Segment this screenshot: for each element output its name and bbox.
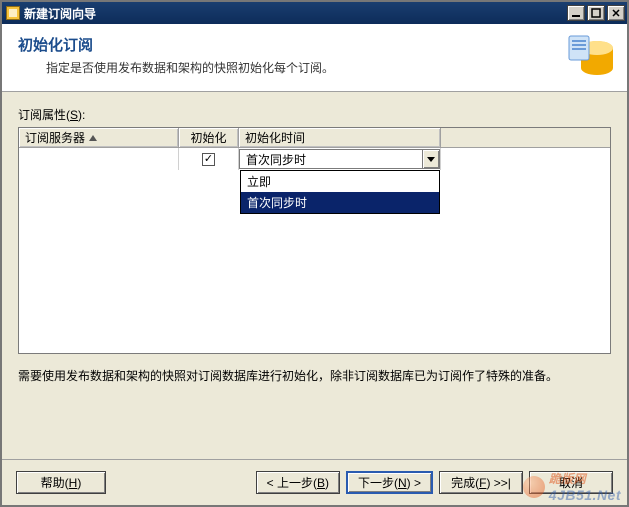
titlebar: 新建订阅向导: [2, 2, 627, 24]
col-initialize[interactable]: 初始化: [179, 128, 239, 147]
database-icon: [563, 30, 617, 84]
wizard-body: 订阅属性(S): 订阅服务器 初始化 初始化时间 ✓ 首次同步时: [2, 92, 627, 459]
cell-server: [19, 148, 179, 170]
minimize-button[interactable]: [567, 5, 585, 21]
subscription-properties-label: 订阅属性(S):: [18, 106, 611, 123]
initialize-time-dropdown: 立即 首次同步时: [240, 170, 440, 214]
finish-button[interactable]: 完成(F) >>|: [439, 471, 523, 494]
page-title: 初始化订阅: [18, 34, 613, 55]
combo-dropdown-button[interactable]: [422, 150, 439, 168]
help-button[interactable]: 帮助(H): [16, 471, 106, 494]
subscription-grid: 订阅服务器 初始化 初始化时间 ✓ 首次同步时 立即 首次同步时: [18, 127, 611, 354]
chevron-down-icon: [427, 157, 435, 162]
col-subscription-server[interactable]: 订阅服务器: [19, 128, 179, 147]
maximize-button[interactable]: [587, 5, 605, 21]
wizard-header: 初始化订阅 指定是否使用发布数据和架构的快照初始化每个订阅。: [2, 24, 627, 92]
cancel-button[interactable]: 取消: [529, 471, 613, 494]
window-controls: [567, 5, 625, 21]
dropdown-option-immediate[interactable]: 立即: [241, 171, 439, 192]
close-button[interactable]: [607, 5, 625, 21]
sort-asc-icon: [89, 135, 97, 141]
next-button[interactable]: 下一步(N) >: [346, 471, 433, 494]
initialize-checkbox[interactable]: ✓: [202, 153, 215, 166]
wizard-footer: 帮助(H) < 上一步(B) 下一步(N) > 完成(F) >>| 取消: [2, 459, 627, 505]
initialize-time-combo[interactable]: 首次同步时 立即 首次同步时: [239, 149, 440, 169]
window-title: 新建订阅向导: [24, 5, 567, 22]
initialization-note: 需要使用发布数据和架构的快照对订阅数据库进行初始化，除非订阅数据库已为订阅作了特…: [18, 367, 611, 385]
table-row: ✓ 首次同步时 立即 首次同步时: [19, 148, 610, 170]
cell-initialize: ✓: [179, 148, 239, 170]
cell-initialize-time: 首次同步时 立即 首次同步时: [239, 148, 441, 170]
wizard-icon: [6, 6, 20, 20]
col-initialize-time[interactable]: 初始化时间: [239, 128, 441, 147]
grid-header: 订阅服务器 初始化 初始化时间: [19, 128, 610, 148]
back-button[interactable]: < 上一步(B): [256, 471, 340, 494]
combo-selected-text: 首次同步时: [240, 151, 422, 168]
dropdown-option-first-sync[interactable]: 首次同步时: [241, 192, 439, 213]
page-subtitle: 指定是否使用发布数据和架构的快照初始化每个订阅。: [46, 59, 613, 76]
